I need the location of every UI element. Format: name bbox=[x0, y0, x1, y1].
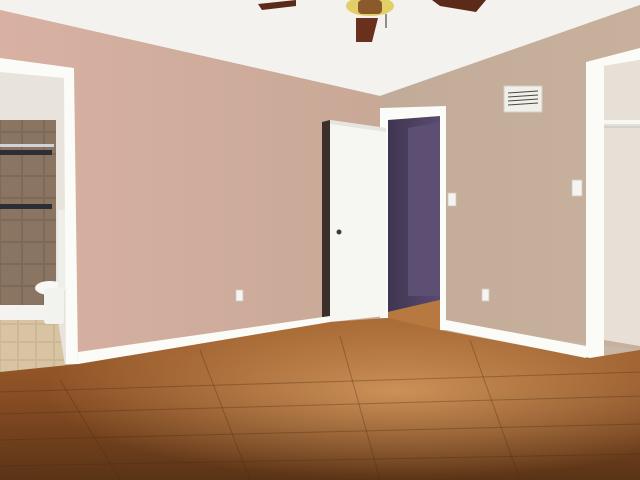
power-outlet bbox=[481, 288, 490, 302]
bathroom-doorway bbox=[0, 58, 78, 372]
tile-border bbox=[0, 150, 52, 155]
room-photo bbox=[0, 0, 640, 480]
power-outlet bbox=[235, 289, 244, 302]
closet-shelf bbox=[604, 120, 640, 124]
closet-doorway bbox=[586, 48, 640, 358]
light-switch[interactable] bbox=[571, 179, 583, 197]
light-switch[interactable] bbox=[447, 192, 457, 207]
hallway-opening bbox=[380, 106, 446, 330]
interior-door[interactable] bbox=[322, 120, 386, 322]
air-vent bbox=[503, 85, 543, 113]
bathroom-baseboard bbox=[0, 305, 46, 319]
shower-rod bbox=[0, 144, 54, 147]
door-knob[interactable] bbox=[336, 229, 342, 235]
room-scene bbox=[0, 0, 640, 480]
shower-tile-wall bbox=[0, 120, 56, 306]
closet-rod bbox=[604, 126, 640, 128]
tile-border bbox=[0, 204, 52, 209]
